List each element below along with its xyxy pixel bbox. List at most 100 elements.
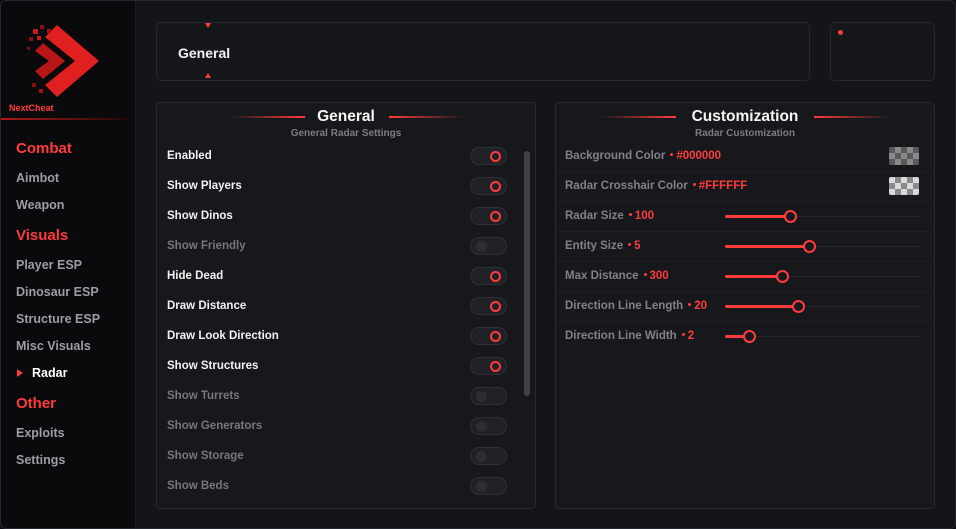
option-toggle[interactable]: [470, 447, 507, 465]
sidebar: NextCheat Combat Aimbot Weapon Visuals P…: [1, 1, 136, 528]
nav-item-misc-visuals[interactable]: Misc Visuals: [16, 339, 91, 353]
customization-panel: Customization Radar Customization Backgr…: [555, 102, 935, 509]
option-row: Hide Dead: [157, 262, 535, 292]
slider-handle[interactable]: [776, 270, 789, 283]
slider-handle[interactable]: [792, 300, 805, 313]
option-toggle[interactable]: [470, 357, 507, 375]
scroll-down-arrow-icon[interactable]: [205, 73, 211, 78]
active-arrow-icon: [17, 369, 23, 377]
option-toggle[interactable]: [470, 237, 507, 255]
option-label: Enabled: [167, 150, 212, 162]
option-row: Show Storage: [157, 442, 535, 472]
color-value: #FFFFFF: [698, 180, 748, 192]
option-toggle[interactable]: [470, 387, 507, 405]
bullet-icon: [643, 273, 647, 277]
slider-fill: [725, 215, 790, 218]
option-label: Show Turrets: [167, 390, 240, 402]
toggle-knob: [476, 451, 487, 462]
nav-item-settings[interactable]: Settings: [16, 453, 65, 467]
option-toggle[interactable]: [470, 417, 507, 435]
scroll-up-arrow-icon[interactable]: [205, 23, 211, 28]
option-row: Show Turrets: [157, 382, 535, 412]
option-toggle[interactable]: [470, 207, 507, 225]
slider-label: Direction Line Length 20: [565, 300, 707, 312]
toggle-knob: [490, 271, 501, 282]
slider-label: Entity Size 5: [565, 240, 641, 252]
toggle-knob: [476, 241, 487, 252]
nav-item-weapon[interactable]: Weapon: [16, 198, 64, 212]
nav-item-structure-esp[interactable]: Structure ESP: [16, 312, 100, 326]
option-toggle[interactable]: [470, 177, 507, 195]
slider-handle[interactable]: [743, 330, 756, 343]
option-row: Enabled: [157, 142, 535, 172]
option-row: Show Dinos: [157, 202, 535, 232]
bullet-icon: [692, 183, 696, 187]
option-row: Draw Look Direction: [157, 322, 535, 352]
option-toggle[interactable]: [470, 297, 507, 315]
nav-item-player-esp[interactable]: Player ESP: [16, 258, 82, 272]
color-row: Background Color #000000: [556, 142, 934, 172]
app-window: NextCheat Combat Aimbot Weapon Visuals P…: [0, 0, 956, 529]
toggle-knob: [476, 481, 487, 492]
option-toggle[interactable]: [470, 327, 507, 345]
option-label: Show Dinos: [167, 210, 233, 222]
slider-label-text: Entity Size: [565, 240, 624, 252]
option-label: Draw Distance: [167, 300, 247, 312]
option-label: Show Players: [167, 180, 242, 192]
slider-fill: [725, 245, 809, 248]
color-label: Radar Crosshair Color #FFFFFF: [565, 180, 747, 192]
slider-label-text: Radar Size: [565, 210, 624, 222]
general-panel-title: General: [317, 108, 375, 125]
toggle-knob: [476, 391, 487, 402]
slider-handle[interactable]: [803, 240, 816, 253]
option-label: Show Structures: [167, 360, 259, 372]
general-scrollbar[interactable]: [524, 151, 530, 396]
nav-section-other: Other: [16, 395, 57, 412]
nav-item-exploits[interactable]: Exploits: [16, 426, 65, 440]
nav-item-dinosaur-esp[interactable]: Dinosaur ESP: [16, 285, 99, 299]
slider-label: Radar Size 100: [565, 210, 654, 222]
toggle-knob: [476, 421, 487, 432]
color-swatch[interactable]: [889, 147, 919, 165]
option-toggle[interactable]: [470, 477, 507, 495]
slider-value: 2: [687, 330, 695, 342]
status-dot-icon: [838, 30, 843, 35]
color-swatch[interactable]: [889, 177, 919, 195]
slider-fill: [725, 305, 798, 308]
option-row: Draw Distance: [157, 292, 535, 322]
color-value: #000000: [676, 150, 722, 162]
color-label-text: Background Color: [565, 150, 666, 162]
slider-value: 100: [634, 210, 654, 222]
customization-panel-subtitle: Radar Customization: [694, 128, 795, 139]
toggle-knob: [490, 211, 501, 222]
nav-item-aimbot[interactable]: Aimbot: [16, 171, 59, 185]
slider-value: 300: [649, 270, 669, 282]
option-row: Show Players: [157, 172, 535, 202]
slider-label: Max Distance 300: [565, 270, 669, 282]
color-row: Radar Crosshair Color #FFFFFF: [556, 172, 934, 202]
option-row: Show Friendly: [157, 232, 535, 262]
slider-handle[interactable]: [784, 210, 797, 223]
bullet-icon: [628, 243, 632, 247]
top-tab-title: General: [178, 45, 231, 61]
customization-panel-header: Customization Radar Customization: [556, 103, 934, 147]
nav-section-combat: Combat: [16, 140, 72, 157]
option-row: Show Generators: [157, 412, 535, 442]
general-panel-subtitle: General Radar Settings: [290, 128, 402, 139]
top-tab-panel[interactable]: General: [156, 22, 810, 81]
slider-row: Max Distance 300: [556, 262, 934, 292]
nav-section-visuals: Visuals: [16, 227, 69, 244]
toggle-knob: [490, 331, 501, 342]
option-toggle[interactable]: [470, 147, 507, 165]
slider-value: 20: [694, 300, 707, 312]
slider-label-text: Direction Line Length: [565, 300, 684, 312]
color-label-text: Radar Crosshair Color: [565, 180, 688, 192]
option-label: Show Storage: [167, 450, 244, 462]
toggle-knob: [490, 181, 501, 192]
nav-item-radar[interactable]: Radar: [32, 366, 67, 380]
nextcheat-logo-icon: [27, 25, 99, 97]
slider-row: Direction Line Length 20: [556, 292, 934, 322]
option-toggle[interactable]: [470, 267, 507, 285]
preview-panel: [830, 22, 935, 81]
option-row: Show Structures: [157, 352, 535, 382]
